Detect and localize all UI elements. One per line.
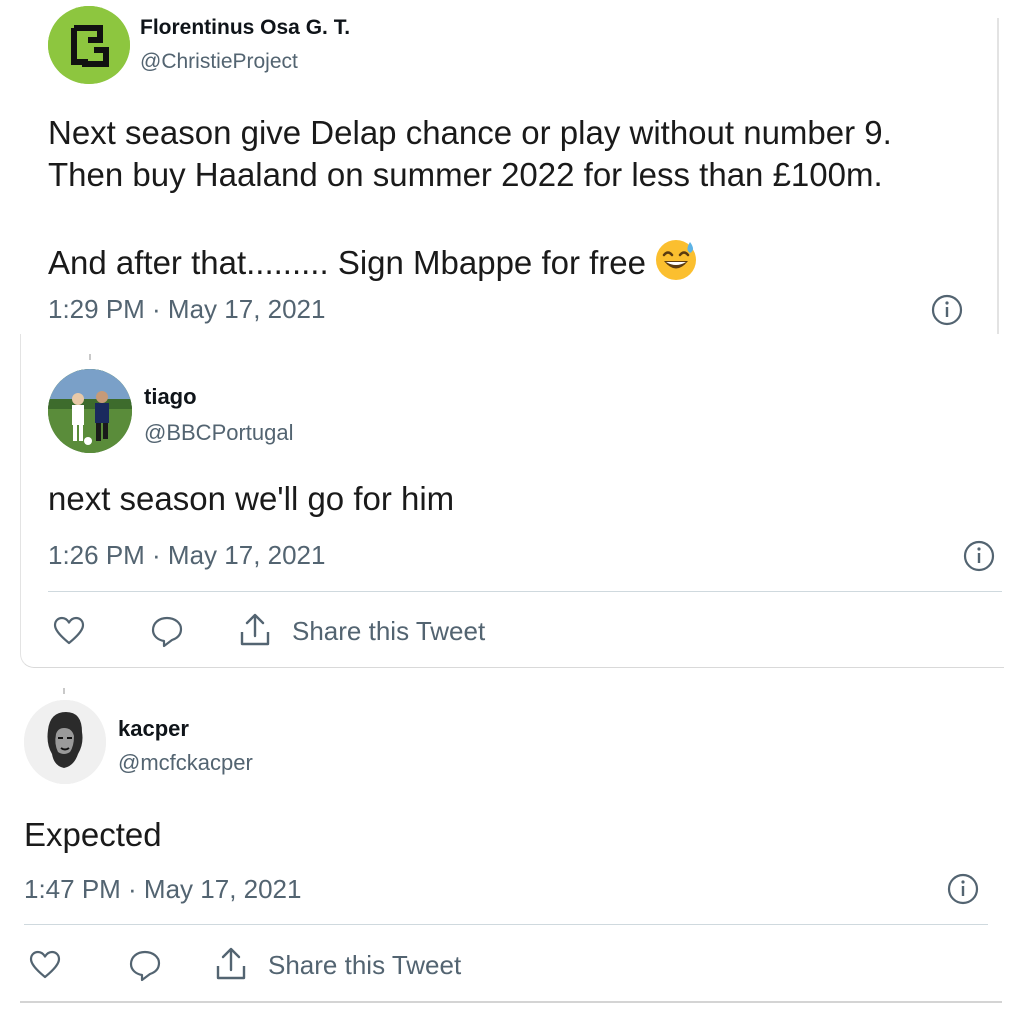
tweet-text: Expected [24,816,162,853]
share-tweet-button[interactable]: Share this Tweet [292,616,485,647]
info-icon[interactable] [962,539,996,573]
heart-icon[interactable] [28,948,62,982]
tweet-timestamp[interactable]: 1:29 PM · May 17, 2021 [48,294,325,325]
reply-icon[interactable] [150,614,184,648]
thread-line [63,688,65,694]
tweet-text: Next season give Delap chance or play wi… [48,112,988,284]
divider [48,591,1002,592]
display-name[interactable]: Florentinus Osa G. T. [140,16,350,40]
heart-icon[interactable] [52,614,86,648]
display-name[interactable]: tiago [144,384,197,410]
divider [24,924,988,925]
tweet-text: next season we'll go for him [48,480,455,517]
thread-line [89,354,91,360]
grinning-sweat-emoji [654,238,698,282]
share-icon[interactable] [238,612,272,648]
user-handle[interactable]: @BBCPortugal [144,420,294,446]
tweet-text-content: Next season give Delap chance or play wi… [48,114,892,281]
portrait-sketch-icon [24,700,106,784]
tweet-timestamp[interactable]: 1:26 PM · May 17, 2021 [48,540,325,571]
info-icon[interactable] [946,872,980,906]
tweet-timestamp[interactable]: 1:47 PM · May 17, 2021 [24,874,301,905]
user-handle[interactable]: @ChristieProject [140,50,298,74]
share-tweet-button[interactable]: Share this Tweet [268,950,461,981]
share-icon[interactable] [214,946,248,982]
avatar[interactable] [24,700,106,784]
user-handle[interactable]: @mcfckacper [118,750,253,776]
display-name[interactable]: kacper [118,716,189,742]
football-photo-icon [48,369,132,453]
info-icon[interactable] [930,293,964,327]
avatar[interactable] [48,369,132,453]
avatar[interactable] [48,6,130,84]
logo-icon [48,6,130,84]
tweet-border [997,18,999,334]
reply-icon[interactable] [128,948,162,982]
bottom-border [20,1001,1002,1003]
